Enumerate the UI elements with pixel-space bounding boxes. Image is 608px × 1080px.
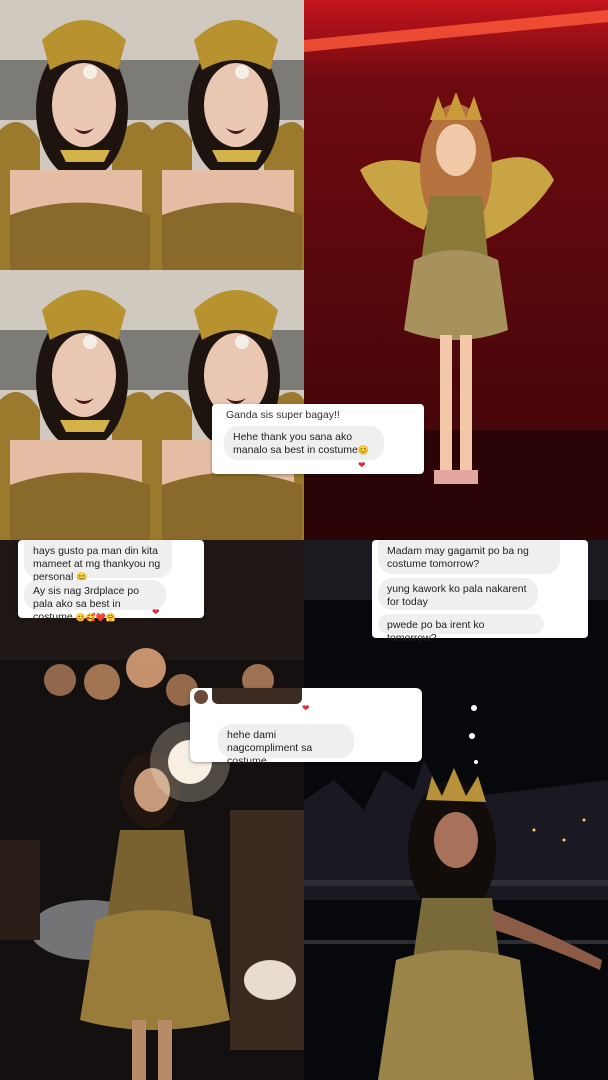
- message-madam: Madam may gagamit po ba ng costume tomor…: [378, 540, 560, 574]
- chat-card-center: ❤ hehe dami nagcompliment sa costume: [190, 688, 422, 767]
- reply-message: Hehe thank you sana ako manalo sa best i…: [224, 426, 384, 460]
- message-3rdplace: Ay sis nag 3rdplace po pala ako sa best …: [24, 580, 166, 623]
- heart-reaction-icon: ❤: [152, 607, 160, 617]
- chat-card-right: Madam may gagamit po ba ng costume tomor…: [372, 540, 588, 644]
- reply-card: Ganda sis super bagay!! Hehe thank you s…: [212, 404, 424, 474]
- selfie-photo-3: [0, 270, 152, 540]
- chat-card-left: hays gusto pa man din kita mameet at mg …: [18, 540, 204, 623]
- message-irent: pwede po ba irent ko tomorrow?: [378, 614, 544, 644]
- avatar: [194, 690, 208, 704]
- selfie-photo-2: [152, 0, 304, 270]
- message-kawork: yung kawork ko pala nakarent for today: [378, 578, 538, 610]
- quoted-message: Ganda sis super bagay!!: [226, 409, 340, 421]
- quoted-image-preview: [212, 688, 302, 704]
- smile-emoji-icon: 😊: [357, 445, 370, 455]
- selfie-photo-1: [0, 0, 152, 270]
- heart-reaction-icon: ❤: [358, 460, 366, 470]
- message-hays: hays gusto pa man din kita mameet at mg …: [24, 540, 172, 583]
- message-compliment: hehe dami nagcompliment sa costume: [218, 724, 354, 767]
- emoji-group-icon: 😊🥰❤️🤗: [75, 613, 116, 622]
- heart-reaction-icon: ❤: [302, 703, 310, 713]
